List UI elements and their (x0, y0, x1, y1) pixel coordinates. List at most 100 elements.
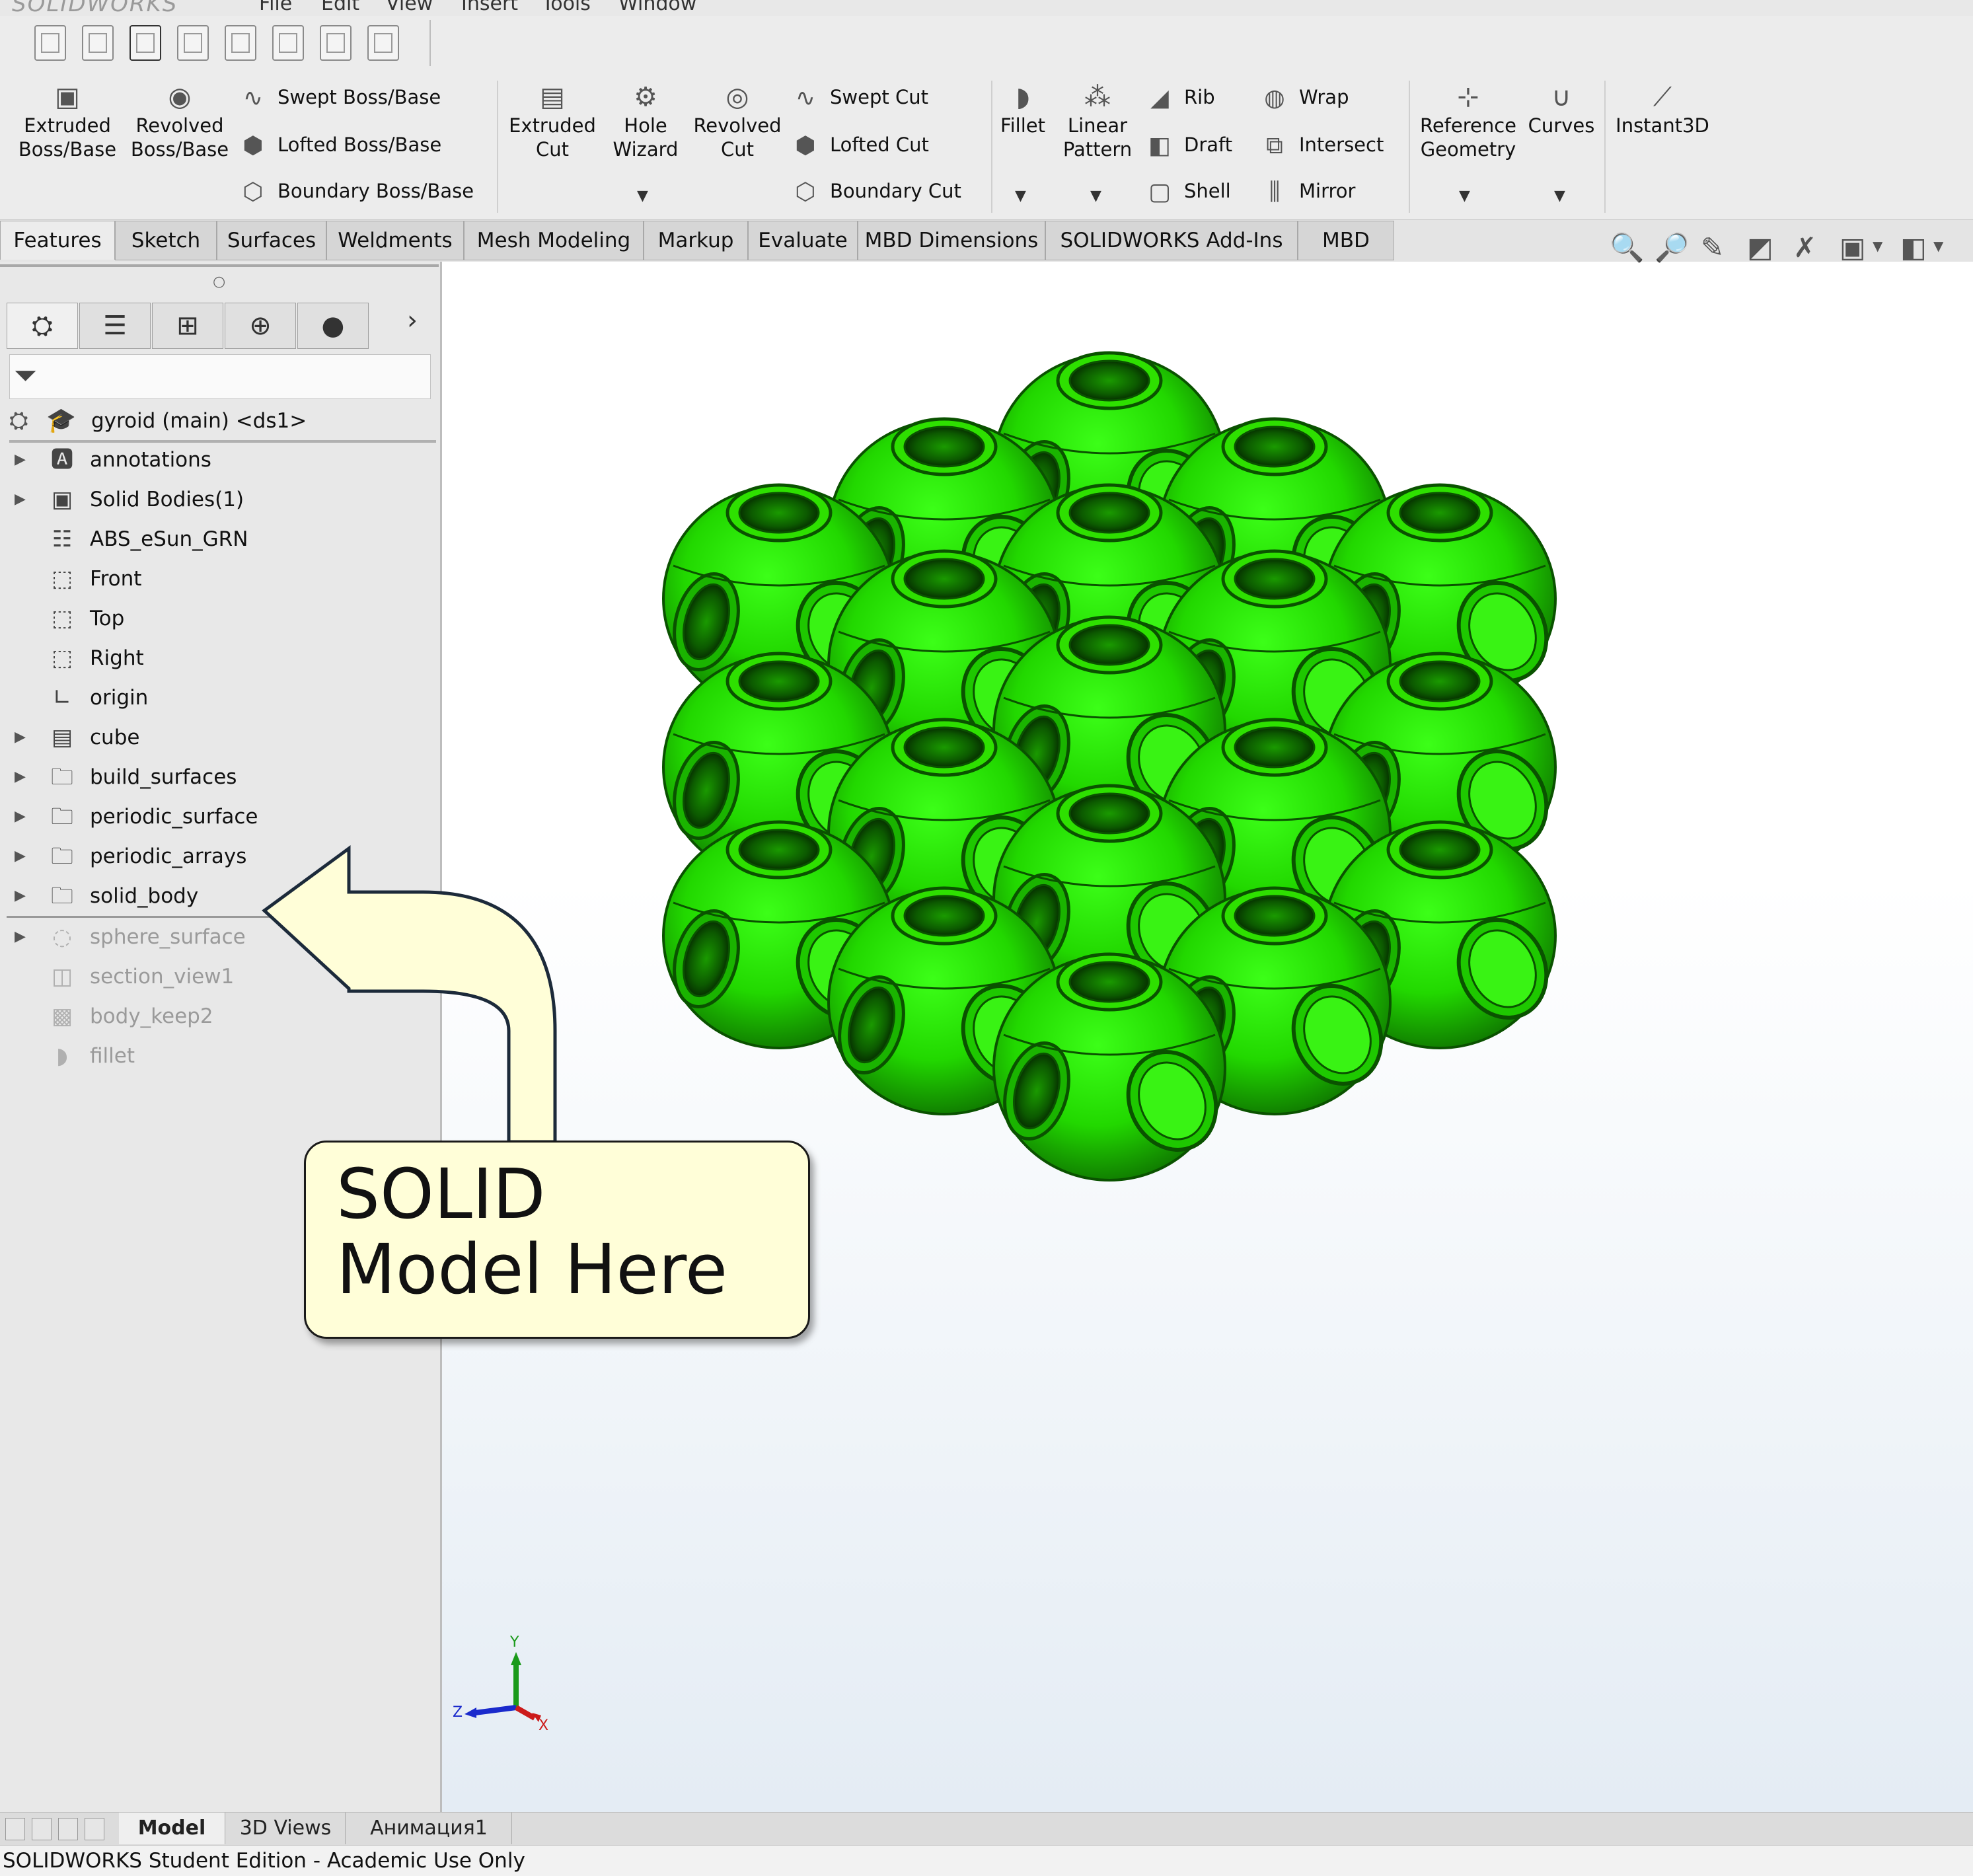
last-tab-icon[interactable] (85, 1818, 104, 1840)
tree-item-cube[interactable]: ▶ ▤ cube (0, 719, 436, 756)
expand-arrow-icon[interactable]: ▶ (15, 441, 26, 478)
tree-item-periodic-surface[interactable]: ▶ 🗀 periodic_surface (0, 798, 436, 835)
tree-item-fillet[interactable]: ◗ fillet (0, 1037, 436, 1074)
tab-surfaces[interactable]: Surfaces (217, 221, 326, 260)
wrap-button[interactable]: ◍ Wrap (1259, 81, 1349, 114)
draft-button[interactable]: ◧ Draft (1144, 128, 1232, 161)
expand-arrow-icon[interactable]: ▶ (15, 719, 26, 756)
hole-wizard-button[interactable]: ⚙ Hole Wizard (603, 81, 689, 161)
annotation-edit-icon[interactable] (82, 25, 114, 61)
tab-animation[interactable]: Анимация1 (346, 1813, 512, 1844)
reference-geometry-button[interactable]: ⊹ Reference Geometry (1414, 81, 1522, 161)
tree-item-sphere-surface[interactable]: ▶ ◌ sphere_surface (0, 919, 436, 956)
rollback-bar[interactable] (7, 916, 433, 918)
tree-item-periodic-arrays[interactable]: ▶ 🗀 periodic_arrays (0, 838, 436, 875)
tree-item-origin[interactable]: ∟ origin (0, 679, 436, 716)
rib-button[interactable]: ◢ Rib (1144, 81, 1214, 114)
extruded-boss-button[interactable]: ▣ Extruded Boss/Base (13, 81, 122, 161)
display-manager-tab-icon[interactable]: ● (297, 303, 369, 349)
tab-features[interactable]: Features (0, 221, 115, 260)
lofted-cut-button[interactable]: ⬢ Lofted Cut (790, 128, 929, 161)
gyroid-model[interactable]: Y Z X (442, 262, 1973, 1812)
tree-item-top-plane[interactable]: ⬚ Top (0, 600, 436, 637)
annotation-hide-icon[interactable] (367, 25, 399, 61)
intersect-button[interactable]: ⧉ Intersect (1259, 128, 1384, 161)
tab-solidworks-addins[interactable]: SOLIDWORKS Add-Ins (1045, 221, 1298, 260)
instant3d-button[interactable]: ⟋ Instant3D (1610, 81, 1715, 137)
expand-arrow-icon[interactable]: ▶ (15, 759, 26, 796)
expand-arrow-icon[interactable]: ▶ (15, 481, 26, 518)
tree-item-annotations[interactable]: ▶ 🅰annotations (0, 441, 436, 478)
curves-button[interactable]: ∪ Curves (1525, 81, 1598, 137)
annotation-copy-icon[interactable] (272, 25, 304, 61)
hole-wizard-dropdown[interactable]: ▼ (637, 188, 648, 204)
tab-model[interactable]: Model (119, 1813, 225, 1844)
tab-weldments[interactable]: Weldments (326, 221, 464, 260)
tree-item-right-plane[interactable]: ⬚ Right (0, 640, 436, 677)
expand-arrow-icon[interactable]: ▶ (15, 878, 26, 915)
dynamic-annotation-icon[interactable]: ✗ (1793, 231, 1816, 264)
expand-arrow-icon[interactable]: ▶ (15, 919, 26, 956)
display-style-icon[interactable]: ◧ (1900, 231, 1927, 264)
tree-item-material[interactable]: ☷ ABS_eSun_GRN (0, 521, 436, 558)
tab-markup[interactable]: Markup (644, 221, 748, 260)
menu-insert[interactable]: Insert (461, 0, 518, 15)
reference-geometry-dropdown[interactable]: ▼ (1459, 188, 1470, 204)
graphics-viewport[interactable]: Y Z X (442, 262, 1973, 1812)
menu-window[interactable]: Window (618, 0, 696, 15)
tab-sketch[interactable]: Sketch (115, 221, 217, 260)
tab-mesh-modeling[interactable]: Mesh Modeling (464, 221, 644, 260)
menu-tools[interactable]: Tools (542, 0, 591, 15)
expand-arrow-icon[interactable]: ▶ (15, 838, 26, 875)
annotation-icon[interactable] (34, 25, 66, 61)
next-tab-icon[interactable] (58, 1818, 78, 1840)
tree-root[interactable]: ⛭ 🎓 gyroid (main) <ds1> (9, 402, 436, 443)
lofted-boss-button[interactable]: ⬢ Lofted Boss/Base (238, 128, 441, 161)
shell-button[interactable]: ▢ Shell (1144, 174, 1231, 207)
chevron-right-icon[interactable]: › (407, 305, 418, 336)
tree-filter-input[interactable]: ⏷ (9, 354, 431, 399)
fillet-button[interactable]: ◗ Fillet (996, 81, 1049, 137)
extruded-cut-button[interactable]: ▤ Extruded Cut (505, 81, 600, 161)
tree-item-body-keep[interactable]: ▩ body_keep2 (0, 998, 436, 1035)
section-view-icon[interactable]: ◩ (1747, 231, 1773, 264)
tab-mbd[interactable]: MBD (1298, 221, 1394, 260)
configuration-manager-tab-icon[interactable]: ⊞ (152, 303, 223, 349)
menu-edit[interactable]: Edit (321, 0, 359, 15)
tab-mbd-dimensions[interactable]: MBD Dimensions (858, 221, 1045, 260)
fillet-dropdown[interactable]: ▼ (1015, 188, 1026, 204)
previous-tab-icon[interactable] (32, 1818, 52, 1840)
first-tab-icon[interactable] (5, 1818, 25, 1840)
annotation-settings-icon[interactable] (320, 25, 352, 61)
tree-item-front-plane[interactable]: ⬚ Front (0, 560, 436, 597)
view-orientation-icon[interactable]: ▣ (1840, 231, 1866, 264)
swept-cut-button[interactable]: ∿ Swept Cut (790, 81, 928, 114)
zoom-area-icon[interactable]: 🔎 (1655, 231, 1689, 264)
feature-manager-tab-icon[interactable]: ⛭ (7, 303, 78, 349)
chevron-down-icon[interactable]: ▼ (1873, 238, 1882, 254)
annotation-add-icon[interactable] (177, 25, 209, 61)
dimxpert-tab-icon[interactable]: ⊕ (225, 303, 296, 349)
swept-boss-button[interactable]: ∿ Swept Boss/Base (238, 81, 441, 114)
annotation-view-icon[interactable] (130, 25, 161, 61)
expand-arrow-icon[interactable]: ▶ (15, 798, 26, 835)
tree-item-section-view[interactable]: ◫ section_view1 (0, 958, 436, 995)
tab-evaluate[interactable]: Evaluate (748, 221, 858, 260)
revolved-boss-button[interactable]: ◉ Revolved Boss/Base (127, 81, 233, 161)
previous-view-icon[interactable]: ✎ (1701, 231, 1724, 264)
tree-item-solid-bodies[interactable]: ▶ ▣ Solid Bodies(1) (0, 481, 436, 518)
property-manager-tab-icon[interactable]: ☰ (79, 303, 151, 349)
panel-grip[interactable]: ○ (213, 274, 225, 290)
linear-pattern-button[interactable]: ⁂ Linear Pattern (1053, 81, 1142, 161)
chevron-down-icon[interactable]: ▼ (1933, 238, 1943, 254)
boundary-boss-button[interactable]: ⬡ Boundary Boss/Base (238, 174, 474, 207)
linear-pattern-dropdown[interactable]: ▼ (1090, 188, 1101, 204)
curves-dropdown[interactable]: ▼ (1554, 188, 1565, 204)
tree-item-build-surfaces[interactable]: ▶ 🗀 build_surfaces (0, 759, 436, 796)
annotation-style-icon[interactable] (225, 25, 256, 61)
mirror-button[interactable]: ⫼ Mirror (1259, 174, 1356, 207)
menu-file[interactable]: File (259, 0, 292, 15)
zoom-to-fit-icon[interactable]: 🔍 (1610, 231, 1644, 264)
tree-item-solid-body[interactable]: ▶ 🗀 solid_body (0, 878, 436, 915)
boundary-cut-button[interactable]: ⬡ Boundary Cut (790, 174, 961, 207)
